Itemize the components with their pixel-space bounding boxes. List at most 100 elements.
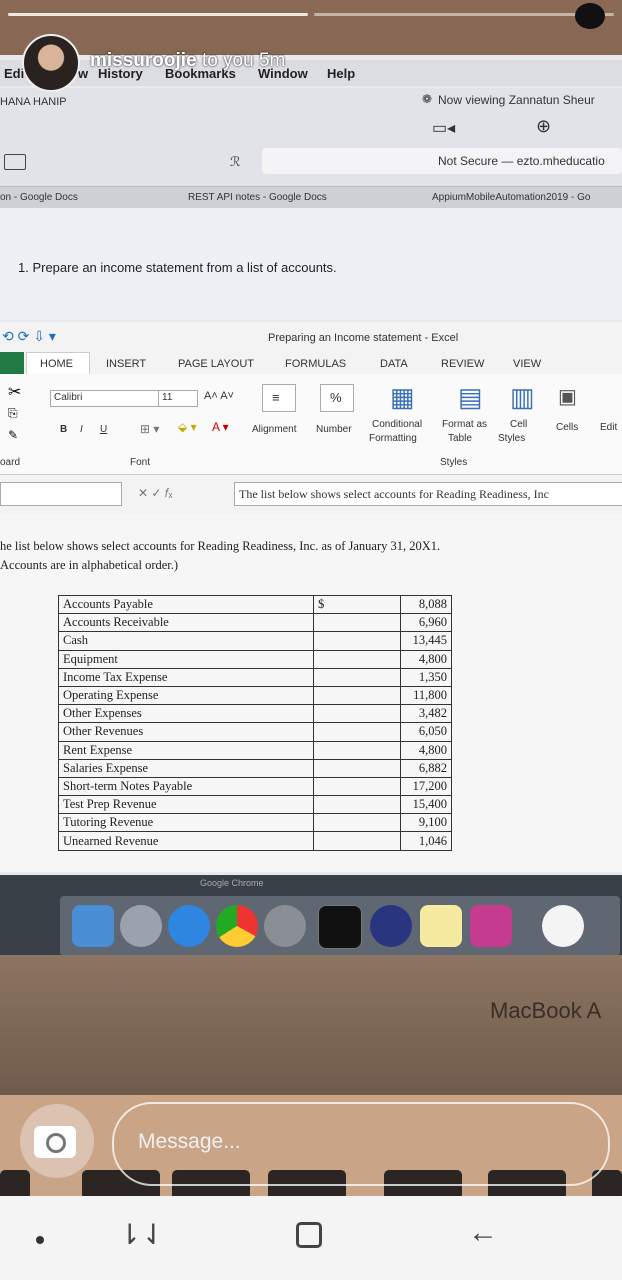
account-name-cell[interactable]: Accounts Receivable: [58, 613, 314, 633]
account-name-cell[interactable]: Tutoring Revenue: [58, 813, 314, 833]
font-name-select[interactable]: Calibri: [50, 390, 162, 407]
number-button[interactable]: Number: [316, 424, 352, 435]
amount-cell[interactable]: 6,960: [400, 613, 452, 633]
currency-cell[interactable]: [313, 831, 401, 851]
message-input[interactable]: Message...: [112, 1102, 610, 1186]
tab-formulas[interactable]: FORMULAS: [285, 358, 346, 370]
amount-cell[interactable]: 3,482: [400, 704, 452, 724]
amount-cell[interactable]: 9,100: [400, 813, 452, 833]
finder-icon[interactable]: [72, 905, 114, 947]
tab-view[interactable]: VIEW: [513, 358, 541, 370]
home-icon[interactable]: [296, 1222, 322, 1248]
account-name-cell[interactable]: Accounts Payable: [58, 594, 314, 615]
font-size-select[interactable]: 11: [158, 390, 198, 407]
amount-cell[interactable]: 4,800: [400, 740, 452, 760]
currency-cell[interactable]: [313, 685, 401, 706]
story-username[interactable]: missuroojie: [90, 50, 197, 71]
conditional-formatting-label-2[interactable]: Formatting: [369, 433, 417, 444]
intellij-icon[interactable]: [470, 905, 512, 947]
zoom-in-icon[interactable]: ⊕: [536, 116, 551, 137]
account-name-cell[interactable]: Cash: [58, 631, 314, 651]
tab-appium[interactable]: AppiumMobileAutomation2019 - Go: [432, 192, 590, 203]
account-name-cell[interactable]: Unearned Revenue: [58, 831, 314, 851]
amount-cell[interactable]: 6,882: [400, 758, 452, 778]
account-name-cell[interactable]: Income Tax Expense: [58, 667, 314, 687]
underline-button[interactable]: U: [100, 424, 107, 435]
formula-bar[interactable]: The list below shows select accounts for…: [234, 482, 622, 506]
account-name-cell[interactable]: Salaries Expense: [58, 758, 314, 778]
formula-bar-buttons[interactable]: ✕ ✓ 𝑓ₓ: [138, 486, 172, 501]
account-name-cell[interactable]: Test Prep Revenue: [58, 795, 314, 815]
fill-color-icon[interactable]: ⬙ ▾: [178, 420, 197, 434]
currency-cell[interactable]: [313, 813, 401, 833]
currency-cell[interactable]: [313, 795, 401, 815]
italic-button[interactable]: I: [80, 424, 83, 435]
camera-toggle-icon[interactable]: ▭◂: [432, 118, 455, 138]
editing-button[interactable]: Edit: [600, 422, 617, 433]
cut-icon[interactable]: ✂: [8, 382, 21, 402]
sidebar-icon[interactable]: [4, 154, 26, 170]
account-name-cell[interactable]: Operating Expense: [58, 685, 314, 706]
currency-cell[interactable]: [313, 776, 401, 797]
conditional-formatting-label-1[interactable]: Conditional: [372, 419, 422, 430]
name-box[interactable]: [0, 482, 122, 506]
currency-cell[interactable]: [313, 704, 401, 724]
camera-button[interactable]: [20, 1104, 94, 1178]
tab-home[interactable]: HOME: [40, 358, 73, 370]
music-icon[interactable]: [542, 905, 584, 947]
terminal-icon[interactable]: [318, 905, 362, 949]
menu-help[interactable]: Help: [327, 66, 355, 81]
amount-cell[interactable]: 15,400: [400, 795, 452, 815]
amount-cell[interactable]: 11,800: [400, 685, 452, 706]
safari-icon[interactable]: [168, 905, 210, 947]
font-grow-shrink-icon[interactable]: A˄ A˅: [204, 390, 234, 402]
number-format-icon[interactable]: %: [320, 384, 354, 412]
currency-cell[interactable]: [313, 758, 401, 778]
tab-data[interactable]: DATA: [380, 358, 408, 370]
amount-cell[interactable]: 1,350: [400, 667, 452, 687]
back-icon[interactable]: ←: [468, 1216, 498, 1250]
chrome-icon[interactable]: [216, 905, 258, 947]
amount-cell[interactable]: 13,445: [400, 631, 452, 651]
tab-page-layout[interactable]: PAGE LAYOUT: [178, 358, 254, 370]
file-tab[interactable]: [0, 352, 24, 374]
currency-cell[interactable]: [313, 631, 401, 651]
format-painter-icon[interactable]: ✎: [8, 428, 18, 442]
notes-icon[interactable]: [420, 905, 462, 947]
currency-cell[interactable]: $: [313, 594, 401, 615]
account-name-cell[interactable]: Rent Expense: [58, 740, 314, 760]
copy-icon[interactable]: ⎘: [8, 406, 18, 421]
account-name-cell[interactable]: Other Expenses: [58, 704, 314, 724]
account-name-cell[interactable]: Other Revenues: [58, 722, 314, 742]
cells-icon[interactable]: ▣: [558, 384, 577, 409]
border-icon[interactable]: ⊞ ▾: [140, 422, 159, 436]
amount-cell[interactable]: 1,046: [400, 831, 452, 851]
eclipse-icon[interactable]: [370, 905, 412, 947]
account-name-cell[interactable]: Short-term Notes Payable: [58, 776, 314, 797]
amount-cell[interactable]: 4,800: [400, 649, 452, 669]
sheet-line-1[interactable]: he list below shows select accounts for …: [0, 539, 440, 554]
avatar[interactable]: [22, 34, 80, 92]
tab-google-docs[interactable]: on - Google Docs: [0, 192, 78, 203]
cell-styles-label-1[interactable]: Cell: [510, 419, 527, 430]
bold-button[interactable]: B: [60, 424, 67, 435]
cells-button[interactable]: Cells: [556, 422, 578, 433]
currency-cell[interactable]: [313, 722, 401, 742]
tab-rest-api[interactable]: REST API notes - Google Docs: [188, 192, 327, 203]
format-as-table-icon[interactable]: ▤: [458, 382, 483, 413]
account-name-cell[interactable]: Equipment: [58, 649, 314, 669]
tab-review[interactable]: REVIEW: [441, 358, 484, 370]
format-as-table-label-2[interactable]: Table: [448, 433, 472, 444]
currency-cell[interactable]: [313, 667, 401, 687]
reader-icon[interactable]: ℛ: [230, 154, 240, 170]
amount-cell[interactable]: 17,200: [400, 776, 452, 797]
launchpad-icon[interactable]: [120, 905, 162, 947]
font-color-icon[interactable]: A ▾: [212, 420, 229, 434]
cell-styles-icon[interactable]: ▥: [510, 382, 535, 413]
system-preferences-icon[interactable]: [264, 905, 306, 947]
recent-apps-icon[interactable]: ⇂⇃: [118, 1218, 165, 1251]
alignment-button[interactable]: Alignment: [252, 424, 296, 435]
undo-redo-icons[interactable]: ⟲ ⟳ ⇩ ▾: [2, 328, 56, 345]
currency-cell[interactable]: [313, 613, 401, 633]
address-bar[interactable]: Not Secure — ezto.mheducatio: [262, 148, 622, 174]
